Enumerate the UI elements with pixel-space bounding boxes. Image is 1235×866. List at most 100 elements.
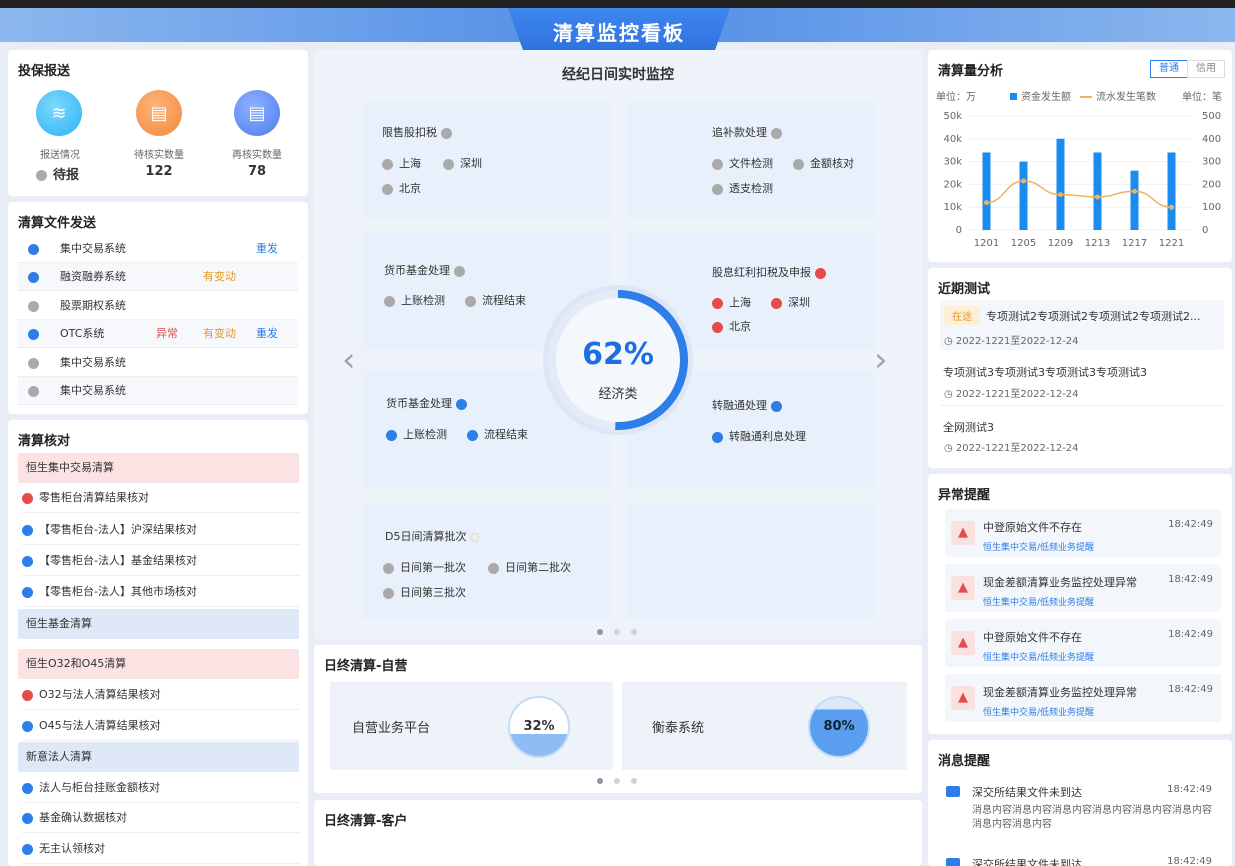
group-header[interactable]: 恒生基金清算 [18, 609, 299, 639]
alert-item[interactable]: ▲ 中登原始文件不存在 18:42:49 恒生集中交易/低频业务提醒 [945, 509, 1221, 557]
clock-icon [383, 587, 394, 599]
system-card[interactable]: 衡泰系统 80% [622, 682, 907, 770]
chevron-right-icon[interactable]: › [874, 340, 888, 380]
line-series [986, 180, 1172, 208]
check-icon [22, 524, 33, 536]
process-step: 流程结束 [465, 292, 526, 308]
error-icon [712, 297, 723, 309]
alert-source[interactable]: 恒生集中交易/低频业务提醒 [983, 595, 1094, 608]
card-title: 消息提醒 [938, 754, 991, 769]
check-item[interactable]: 零售柜台清算结果核对 [22, 483, 300, 513]
stat-value: 78 [247, 164, 267, 179]
check-item[interactable]: 无主认领核对 [22, 834, 300, 864]
alert-title: 中登原始文件不存在 [983, 631, 1082, 644]
process-title: D5日间清算批次 ◌ [385, 530, 480, 543]
check-icon [22, 555, 33, 567]
clock-icon [443, 158, 454, 170]
check-icon [467, 429, 478, 441]
stat-value: 122 [145, 164, 173, 179]
test-item[interactable]: 全网测试3 ◷ 2022-1221至2022-12-24 [940, 414, 1224, 460]
test-item[interactable]: 在途 专项测试2专项测试2专项测试2专项测试2... ◷ 2022-1221至2… [940, 300, 1224, 350]
process-step: 日间第三批次 [383, 584, 466, 600]
process-step: 北京 [712, 318, 751, 334]
message-time: 18:42:49 [1167, 784, 1212, 795]
group-header[interactable]: 恒生O32和O45清算 [18, 649, 299, 679]
chevron-left-icon[interactable]: ‹ [342, 340, 356, 380]
group-header[interactable]: 新意法人清算 [18, 742, 299, 772]
clock-icon [793, 158, 804, 170]
process-title: 货币基金处理 [384, 262, 471, 278]
process-step: 透支检测 [712, 180, 773, 196]
bar [1093, 152, 1102, 230]
alert-source[interactable]: 恒生集中交易/低频业务提醒 [983, 705, 1094, 718]
file-row[interactable]: 集中交易系统 重发 [18, 235, 298, 263]
check-item[interactable]: 基金确认数据核对 [22, 803, 300, 833]
tab-normal[interactable]: 普通 [1150, 60, 1188, 78]
resend-link[interactable]: 重发 [256, 235, 278, 263]
pager-dot[interactable] [631, 629, 637, 635]
file-row[interactable]: 股票期权系统 [18, 292, 298, 320]
bar [1130, 170, 1139, 230]
error-icon [22, 689, 33, 701]
pager-dot[interactable] [597, 778, 603, 784]
process-step: 上账检测 [386, 426, 447, 442]
x-tick: 1221 [1159, 238, 1184, 249]
message-icon [946, 858, 960, 866]
file-row[interactable]: OTC系统 异常 有变动 重发 [18, 320, 298, 348]
message-body: 消息内容消息内容消息内容消息内容消息内容消息内容消息内容消息内容 [972, 805, 1212, 830]
window-top-strip [0, 0, 1235, 8]
alert-item[interactable]: ▲ 中登原始文件不存在 18:42:49 恒生集中交易/低频业务提醒 [945, 619, 1221, 667]
message-item[interactable]: 深交所结果文件未到达 18:42:49 [946, 856, 1222, 866]
pager-dot[interactable] [614, 778, 620, 784]
line-point [1132, 188, 1137, 194]
check-item[interactable]: O45与法人清算结果核对 [22, 711, 300, 741]
check-icon [386, 429, 397, 441]
file-row[interactable]: 融资融券系统 有变动 [18, 263, 298, 291]
system-card[interactable]: 自营业务平台 32% [330, 682, 613, 770]
clock-icon [383, 562, 394, 574]
test-date: ◷ 2022-1221至2022-12-24 [944, 443, 1079, 454]
file-row[interactable]: 集中交易系统 [18, 349, 298, 377]
x-tick: 1217 [1122, 238, 1147, 249]
pager-dot[interactable] [614, 629, 620, 635]
card-title: 清算量分析 [938, 64, 1004, 79]
pager-dot[interactable] [597, 629, 603, 635]
check-item[interactable]: 法人与柜台挂账金额核对 [22, 773, 300, 803]
card-title: 异常提醒 [938, 488, 991, 503]
error-icon [814, 267, 826, 279]
clock-icon [770, 127, 782, 139]
check-item[interactable]: 【零售柜台-法人】其他市场核对 [22, 577, 300, 607]
clock-icon [36, 170, 47, 181]
check-item[interactable]: 【零售柜台-法人】基金结果核对 [22, 546, 300, 576]
alert-title: 现金差额清算业务监控处理异常 [983, 686, 1137, 699]
system-name: 集中交易系统 [60, 356, 126, 369]
tab-credit[interactable]: 信用 [1187, 60, 1225, 78]
y-tick-left: 0 [956, 225, 962, 236]
resend-link[interactable]: 重发 [256, 320, 278, 348]
group-header[interactable]: 恒生集中交易清算 [18, 453, 299, 483]
check-icon [22, 720, 33, 732]
alert-source[interactable]: 恒生集中交易/低频业务提醒 [983, 650, 1094, 663]
line-point [984, 200, 989, 206]
process-step: 北京 [382, 180, 421, 196]
check-icon [28, 328, 39, 340]
check-item[interactable]: 【零售柜台-法人】沪深结果核对 [22, 515, 300, 545]
check-icon [712, 431, 723, 443]
check-item[interactable]: O32与法人清算结果核对 [22, 680, 300, 710]
process-step: 日间第一批次 [383, 559, 466, 575]
alert-item[interactable]: ▲ 现金差额清算业务监控处理异常 18:42:49 恒生集中交易/低频业务提醒 [945, 674, 1221, 722]
check-icon [22, 843, 33, 855]
line-point [1021, 178, 1026, 184]
alert-source[interactable]: 恒生集中交易/低频业务提醒 [983, 540, 1094, 553]
loading-icon: ◌ [469, 530, 480, 543]
system-name: OTC系统 [60, 327, 105, 340]
water-gauge: 80% [808, 696, 870, 758]
file-row[interactable]: 集中交易系统 [18, 377, 298, 405]
message-item[interactable]: 深交所结果文件未到达 18:42:49 消息内容消息内容消息内容消息内容消息内容… [946, 784, 1222, 846]
pager-dot[interactable] [631, 778, 637, 784]
y-tick-right: 100 [1202, 202, 1221, 213]
change-tag: 有变动 [203, 270, 236, 283]
card-title: 近期测试 [938, 282, 991, 297]
test-item[interactable]: 专项测试3专项测试3专项测试3专项测试3 ◷ 2022-1221至2022-12… [940, 360, 1224, 406]
alert-item[interactable]: ▲ 现金差额清算业务监控处理异常 18:42:49 恒生集中交易/低频业务提醒 [945, 564, 1221, 612]
